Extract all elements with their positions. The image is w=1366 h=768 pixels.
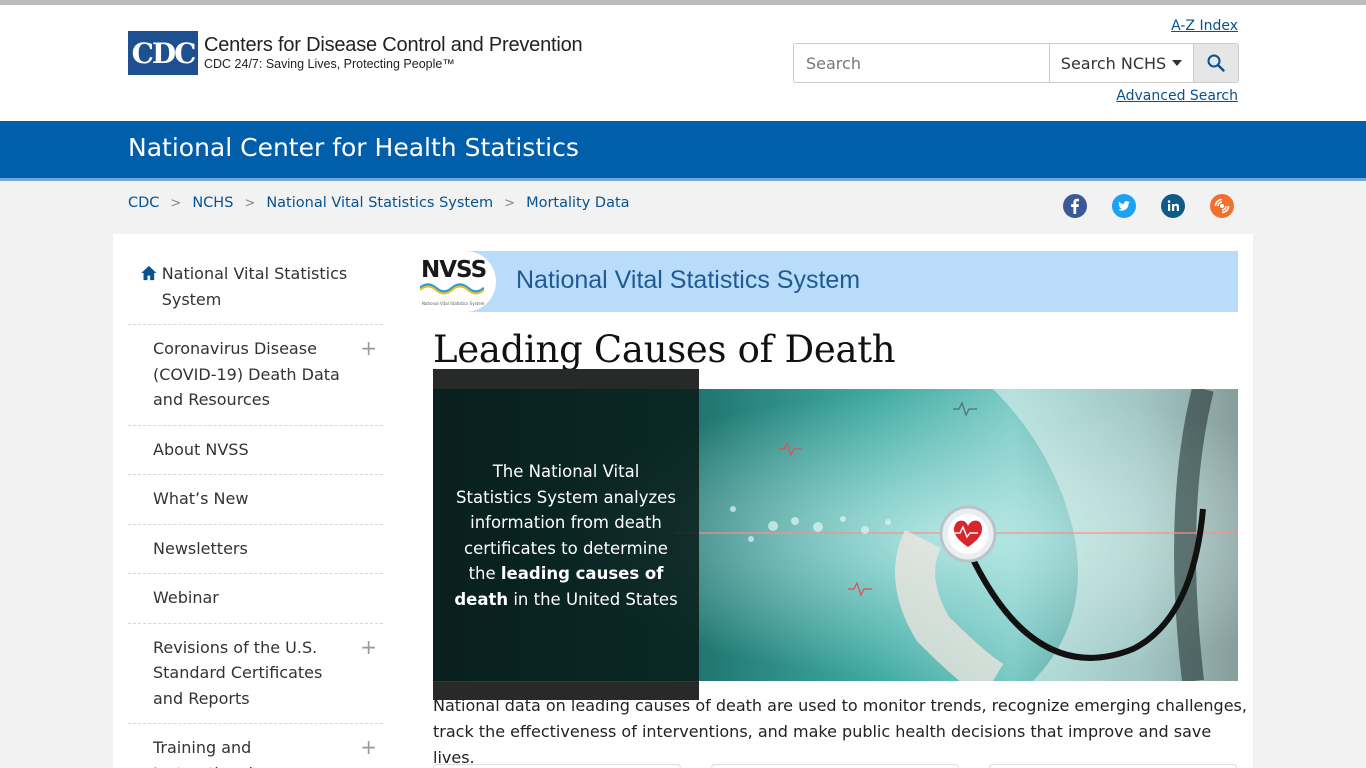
site-title[interactable]: National Center for Health Statistics [128,133,579,162]
sidenav-item-label: About NVSS [153,439,249,459]
expand-plus-icon[interactable]: + [360,736,377,758]
card-top-edge [711,764,959,768]
title-bar-accent [0,178,1366,181]
nvss-banner: NVSS National Vital Statistics System Na… [418,251,1238,312]
sidenav-item-revisions[interactable]: Revisions of the U.S. Standard Certifica… [128,624,383,724]
hero-caption: The National Vital Statistics System ana… [453,459,679,612]
cdc-logo[interactable]: CDC Centers for Disease Control and Prev… [128,31,583,75]
linkedin-glyph [1167,200,1179,211]
search-icon [1207,54,1225,72]
breadcrumb-mortality-data[interactable]: Mortality Data [526,195,629,211]
search-scope-dropdown[interactable]: Search NCHS [1049,43,1194,83]
expand-plus-icon[interactable]: + [360,636,377,658]
nvss-logo-subtitle: National Vital Statistics System [422,301,485,306]
advanced-search-link[interactable]: Advanced Search [1116,88,1238,104]
cdc-logo-subtitle: CDC 24/7: Saving Lives, Protecting Peopl… [204,57,455,71]
card-top-edge [433,764,681,768]
breadcrumb-nvss[interactable]: National Vital Statistics System [266,195,493,211]
syndicate-icon[interactable] [1210,194,1234,218]
card-top-edge [989,764,1237,768]
cdc-logo-title: Centers for Disease Control and Preventi… [204,34,583,56]
sidenav-home-label: National Vital Statistics System [161,264,348,309]
breadcrumb-nchs[interactable]: NCHS [192,195,233,211]
caret-down-icon [1172,60,1183,66]
sidenav-item-whats-new[interactable]: What’s New [128,475,383,525]
page-title: Leading Causes of Death [433,328,896,371]
expand-plus-icon[interactable]: + [360,337,377,359]
facebook-glyph [1071,198,1079,214]
sidenav-item-about-nvss[interactable]: About NVSS [128,426,383,475]
nvss-logo: NVSS National Vital Statistics System [418,251,496,312]
sidenav-home[interactable]: National Vital Statistics System [128,250,383,325]
card-row [433,764,1238,768]
sidenav-item-label: Revisions of the U.S. Standard Certifica… [153,637,323,708]
search-button[interactable] [1194,43,1239,83]
search-input[interactable] [793,43,1049,83]
search-scope-label: Search NCHS [1060,53,1167,73]
side-navigation: National Vital Statistics System Coronav… [128,250,383,768]
breadcrumb-separator: > [504,195,516,211]
nvss-logo-text: NVSS [421,257,487,283]
sidenav-item-label: Webinar [153,588,219,607]
breadcrumb: CDC > NCHS > National Vital Statistics S… [128,195,630,211]
breadcrumb-separator: > [244,195,256,211]
breadcrumb-cdc[interactable]: CDC [128,195,159,211]
nvss-logo-wave [420,283,484,295]
sidenav-item-newsletters[interactable]: Newsletters [128,525,383,574]
intro-paragraph: National data on leading causes of death… [433,696,1247,767]
sidenav-item-label: Training and Instructional [153,738,253,768]
hero-caption-box: The National Vital Statistics System ana… [433,369,699,700]
hero-caption-text-end: in the United States [513,589,678,609]
sidenav-item-label: Coronavirus Disease (COVID-19) Death Dat… [153,339,340,409]
home-icon [141,265,157,281]
site-title-bar: National Center for Health Statistics [0,121,1366,178]
sidenav-item-webinar[interactable]: Webinar [128,574,383,624]
sidenav-item-training[interactable]: Training and Instructional + [128,724,383,768]
sidenav-item-label: Newsletters [153,538,248,558]
search-bar: Search NCHS [793,43,1239,83]
cdc-logo-text: Centers for Disease Control and Preventi… [204,34,583,72]
cdc-logo-mark: CDC [128,31,198,75]
breadcrumb-separator: > [170,195,182,211]
facebook-icon[interactable] [1063,194,1087,218]
sidenav-item-label: What’s New [153,489,249,508]
sidenav-item-covid19[interactable]: Coronavirus Disease (COVID-19) Death Dat… [128,325,383,426]
nvss-banner-title: National Vital Statistics System [516,266,861,294]
twitter-icon[interactable] [1112,194,1136,218]
site-header: CDC Centers for Disease Control and Prev… [0,5,1366,121]
syndicate-glyph [1214,198,1230,214]
twitter-glyph [1118,201,1130,211]
linkedin-icon[interactable] [1161,194,1185,218]
az-index-link[interactable]: A-Z Index [1171,18,1238,34]
